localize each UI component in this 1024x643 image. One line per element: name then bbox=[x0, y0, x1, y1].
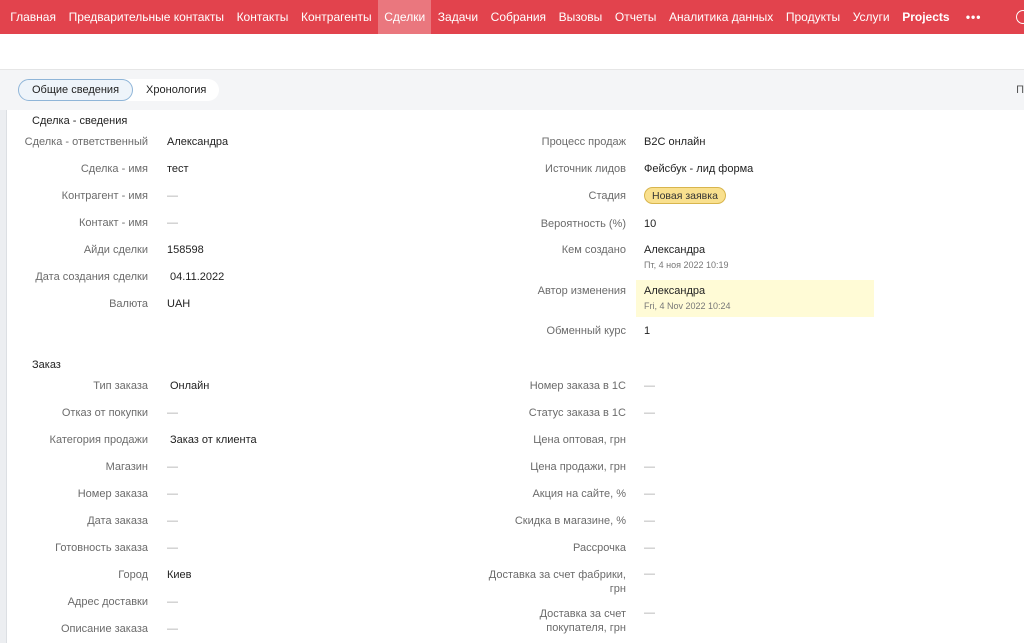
more-menu-icon[interactable]: ••• bbox=[956, 0, 988, 34]
field-value-order-readiness[interactable]: — bbox=[167, 542, 178, 554]
field-label: Категория продажи bbox=[49, 434, 148, 446]
nav-item-products[interactable]: Продукты bbox=[780, 0, 847, 34]
field-value-purchase-refusal[interactable]: — bbox=[167, 407, 178, 419]
nav-item-services[interactable]: Услуги bbox=[846, 0, 896, 34]
field-value-buyer-delivery[interactable]: — bbox=[644, 607, 655, 619]
field-value-city[interactable]: Киев bbox=[167, 569, 192, 581]
field-value-factory-delivery[interactable]: — bbox=[644, 568, 655, 580]
top-navigation: Главная Предварительные контакты Контакт… bbox=[0, 0, 1024, 34]
nav-item-leads[interactable]: Предварительные контакты bbox=[62, 0, 230, 34]
field-label: Цена продажи, грн bbox=[530, 461, 626, 473]
created-by-timestamp: Пт, 4 ноя 2022 10:19 bbox=[644, 260, 729, 270]
tabs-group: Общие сведения Хронология bbox=[18, 79, 220, 101]
field-value-owner[interactable]: Александра bbox=[167, 136, 228, 148]
field-value-deal-name[interactable]: тест bbox=[167, 163, 189, 175]
field-value-installment[interactable]: — bbox=[644, 542, 655, 554]
field-label: Город bbox=[118, 569, 148, 581]
field-value-store-discount[interactable]: — bbox=[644, 515, 655, 527]
field-label: Стадия bbox=[588, 190, 627, 202]
field-value-order-date[interactable]: — bbox=[167, 515, 178, 527]
record-details: Сделка - сведения Сделка - ответственный… bbox=[8, 110, 1024, 643]
field-label: Автор изменения bbox=[537, 285, 626, 297]
nav-item-meetings[interactable]: Собрания bbox=[484, 0, 552, 34]
field-label: Контрагент - имя bbox=[61, 190, 148, 202]
field-value-sale-category[interactable]: Заказ от клиента bbox=[170, 434, 257, 446]
tab-timeline[interactable]: Хронология bbox=[133, 79, 219, 101]
field-label: Доставка за счет покупателя, грн bbox=[539, 608, 626, 634]
record-header-bar bbox=[0, 34, 1024, 70]
created-by-name: Александра bbox=[644, 244, 706, 256]
field-value-order-number-1c[interactable]: — bbox=[644, 380, 655, 392]
field-value-currency[interactable]: UAH bbox=[167, 298, 190, 310]
field-label: Номер заказа bbox=[77, 488, 148, 500]
field-label: Дата создания сделки bbox=[35, 271, 148, 283]
field-label: Вероятность (%) bbox=[540, 218, 626, 230]
field-label: Скидка в магазине, % bbox=[514, 515, 626, 527]
field-label: Айди сделки bbox=[83, 244, 148, 256]
field-label: Контакт - имя bbox=[78, 217, 148, 229]
field-label: Описание заказа bbox=[60, 623, 148, 635]
field-label: Валюта bbox=[109, 298, 148, 310]
field-value-probability[interactable]: 10 bbox=[644, 218, 656, 230]
field-value-modified-by[interactable]: Александра Fri, 4 Nov 2022 10:24 bbox=[644, 285, 731, 311]
tabs-bar: Общие сведения Хронология П bbox=[0, 70, 1024, 110]
tab-overview[interactable]: Общие сведения bbox=[18, 79, 134, 101]
field-label: Сделка - ответственный bbox=[24, 136, 148, 148]
field-value-lead-source[interactable]: Фейсбук - лид форма bbox=[644, 163, 753, 175]
search-icon[interactable] bbox=[1016, 10, 1024, 24]
field-label: Адрес доставки bbox=[67, 596, 148, 608]
field-label: Статус заказа в 1С bbox=[528, 407, 626, 419]
field-label: Кем создано bbox=[561, 244, 626, 256]
nav-item-accounts[interactable]: Контрагенты bbox=[295, 0, 378, 34]
field-value-delivery-address[interactable]: — bbox=[167, 596, 178, 608]
field-label: Отказ от покупки bbox=[61, 407, 148, 419]
nav-item-reports[interactable]: Отчеты bbox=[609, 0, 663, 34]
field-value-order-number[interactable]: — bbox=[167, 488, 178, 500]
nav-item-home[interactable]: Главная bbox=[4, 0, 62, 34]
section-title-deal: Сделка - сведения bbox=[32, 115, 128, 127]
field-label: Обменный курс bbox=[546, 325, 626, 337]
field-value-site-promo[interactable]: — bbox=[644, 488, 655, 500]
field-value-exchange-rate[interactable]: 1 bbox=[644, 325, 650, 337]
nav-item-calls[interactable]: Вызовы bbox=[552, 0, 608, 34]
nav-item-tasks[interactable]: Задачи bbox=[431, 0, 484, 34]
nav-item-projects[interactable]: Projects bbox=[896, 0, 956, 34]
field-value-contact[interactable]: — bbox=[167, 217, 178, 229]
field-value-created-by[interactable]: Александра Пт, 4 ноя 2022 10:19 bbox=[644, 244, 729, 270]
nav-item-analytics[interactable]: Аналитика данных bbox=[663, 0, 780, 34]
status-badge[interactable]: Новая заявка bbox=[644, 187, 726, 204]
field-value-store[interactable]: — bbox=[167, 461, 178, 473]
field-label: Рассрочка bbox=[573, 542, 626, 554]
field-label: Тип заказа bbox=[93, 380, 148, 392]
field-label: Дата заказа bbox=[87, 515, 148, 527]
field-value-order-status-1c[interactable]: — bbox=[644, 407, 655, 419]
modified-by-name: Александра bbox=[644, 285, 706, 297]
field-value-order-description[interactable]: — bbox=[167, 623, 178, 635]
field-label: Цена оптовая, грн bbox=[533, 434, 626, 446]
field-value-sales-process[interactable]: B2C онлайн bbox=[644, 136, 705, 148]
field-value-account[interactable]: — bbox=[167, 190, 178, 202]
field-value-deal-id[interactable]: 158598 bbox=[167, 244, 204, 256]
field-label: Номер заказа в 1С bbox=[529, 380, 626, 392]
field-label: Доставка за счет фабрики, грн bbox=[488, 569, 626, 595]
left-rail bbox=[0, 110, 7, 643]
nav-item-deals[interactable]: Сделки bbox=[377, 0, 432, 34]
field-label: Акция на сайте, % bbox=[532, 488, 626, 500]
field-value-sale-price[interactable]: — bbox=[644, 461, 655, 473]
field-label: Сделка - имя bbox=[80, 163, 148, 175]
tabsbar-edge-text[interactable]: П bbox=[1016, 84, 1024, 96]
modified-by-timestamp: Fri, 4 Nov 2022 10:24 bbox=[644, 301, 731, 311]
nav-item-contacts[interactable]: Контакты bbox=[230, 0, 294, 34]
field-label: Источник лидов bbox=[545, 163, 626, 175]
section-title-order: Заказ bbox=[32, 359, 61, 371]
field-label: Магазин bbox=[105, 461, 148, 473]
field-value-order-type[interactable]: Онлайн bbox=[170, 380, 209, 392]
field-label: Процесс продаж bbox=[541, 136, 626, 148]
field-value-created-date[interactable]: 04.11.2022 bbox=[170, 271, 224, 283]
field-label: Готовность заказа bbox=[55, 542, 148, 554]
